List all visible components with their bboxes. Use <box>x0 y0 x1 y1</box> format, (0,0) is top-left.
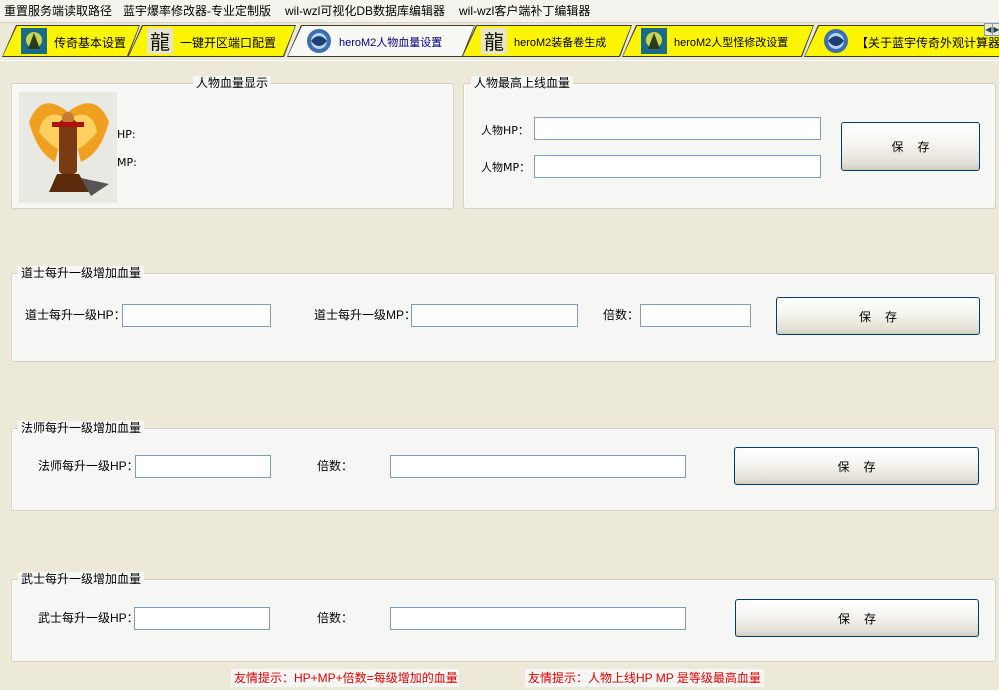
hint-max-level: 友情提示：人物上线HP MP 是等级最高血量 <box>525 669 764 687</box>
hp-display-mp-label: MP: <box>117 156 137 169</box>
warrior-group: 武士每升一级增加血量 武士每升一级HP： 倍数： 保存 <box>11 572 996 662</box>
globe-swirl-icon <box>307 29 331 53</box>
max-mp-input[interactable] <box>534 155 821 178</box>
tab-basic-settings[interactable]: 传奇基本设置 <box>2 25 140 57</box>
warrior-title: 武士每升一级增加血量 <box>18 572 145 587</box>
tab-equip-scroll[interactable]: 龍 heroM2装备卷生成 <box>462 25 632 57</box>
warrior-hp-label: 武士每升一级HP： <box>38 611 139 625</box>
menu-item-droprate-editor[interactable]: 蓝宇爆率修改器-专业定制版 <box>123 3 271 19</box>
mage-title: 法师每升一级增加血量 <box>18 421 145 436</box>
tab-label: heroM2人型怪修改设置 <box>674 37 789 49</box>
hp-display-title: 人物血量显示 <box>193 76 272 91</box>
tab-label: heroM2人物血量设置 <box>339 37 443 49</box>
hint-formula: 友情提示：HP+MP+倍数=每级增加的血量 <box>231 669 459 687</box>
max-mp-label: 人物MP： <box>481 161 531 174</box>
horseman-icon <box>21 28 47 54</box>
menu-bar: 重置服务端读取路径 蓝宇爆率修改器-专业定制版 wil-wzl可视化DB数据库编… <box>0 0 999 23</box>
tab-scroll-arrows: ◀ ▶ <box>984 23 999 36</box>
taoist-hp-label: 道士每升一级HP： <box>25 308 126 322</box>
max-hp-label: 人物HP： <box>481 124 529 137</box>
max-online-title: 人物最高上线血量 <box>471 76 574 91</box>
mage-hp-input[interactable] <box>135 455 271 478</box>
svg-text:龍: 龍 <box>484 30 504 54</box>
tab-humanoid-monster[interactable]: heroM2人型怪修改设置 <box>622 25 814 57</box>
mage-mult-input[interactable] <box>390 455 686 478</box>
tab-label: 【关于蓝宇传奇外观计算器 <box>856 36 999 50</box>
tab-about[interactable]: 【关于蓝宇传奇外观计算器 <box>804 25 999 57</box>
dragon-glyph-icon: 龍 <box>481 28 507 54</box>
taoist-mult-input[interactable] <box>640 304 751 327</box>
warrior-mult-label: 倍数： <box>317 611 354 625</box>
mage-mult-label: 倍数： <box>317 459 354 473</box>
taoist-hp-input[interactable] <box>122 304 271 327</box>
taoist-mp-input[interactable] <box>411 304 578 327</box>
warrior-save-button[interactable]: 保存 <box>735 599 979 637</box>
winged-warrior-avatar <box>19 92 117 203</box>
mage-save-button[interactable]: 保存 <box>734 447 979 485</box>
menu-item-db-editor[interactable]: wil-wzl可视化DB数据库编辑器 <box>285 3 445 19</box>
taoist-mp-label: 道士每升一级MP： <box>314 308 417 322</box>
taoist-mult-label: 倍数： <box>603 308 640 322</box>
warrior-hp-input[interactable] <box>134 607 270 630</box>
mage-group: 法师每升一级增加血量 法师每升一级HP： 倍数： 保存 <box>11 421 996 511</box>
warrior-mult-input[interactable] <box>390 607 686 630</box>
mage-hp-label: 法师每升一级HP： <box>38 459 139 473</box>
tab-port-config[interactable]: 龍 一键开区端口配置 <box>128 25 296 57</box>
horseman-icon <box>641 28 667 54</box>
max-online-hp-group: 人物最高上线血量 人物HP： 人物MP： 保存 <box>463 76 996 209</box>
tab-label: 一键开区端口配置 <box>180 36 277 50</box>
tab-label: heroM2装备卷生成 <box>514 37 607 49</box>
taoist-save-button[interactable]: 保存 <box>776 297 980 335</box>
globe-swirl-icon <box>824 29 848 53</box>
menu-item-patch-editor[interactable]: wil-wzl客户端补丁编辑器 <box>459 3 590 19</box>
tab-hero-hp-settings[interactable]: heroM2人物血量设置 <box>287 25 475 57</box>
taoist-group: 道士每升一级增加血量 道士每升一级HP： 道士每升一级MP： 倍数： 保存 <box>11 266 996 362</box>
max-hp-input[interactable] <box>534 117 821 140</box>
tab-scroll-right-icon[interactable]: ▶ <box>992 23 999 36</box>
hp-display-group: 人物血量显示 HP: MP: <box>11 76 454 209</box>
menu-item-reset-path[interactable]: 重置服务端读取路径 <box>4 3 112 19</box>
dragon-glyph-icon: 龍 <box>147 28 173 54</box>
svg-text:龍: 龍 <box>150 30 170 54</box>
hp-display-hp-label: HP: <box>117 128 136 141</box>
tab-strip: 传奇基本设置 龍 一键开区端口配置 heroM2人物血量设置 龍 heroM2装… <box>0 23 999 59</box>
max-online-save-button[interactable]: 保存 <box>841 122 980 171</box>
taoist-title: 道士每升一级增加血量 <box>18 266 145 281</box>
tab-label: 传奇基本设置 <box>54 36 127 50</box>
